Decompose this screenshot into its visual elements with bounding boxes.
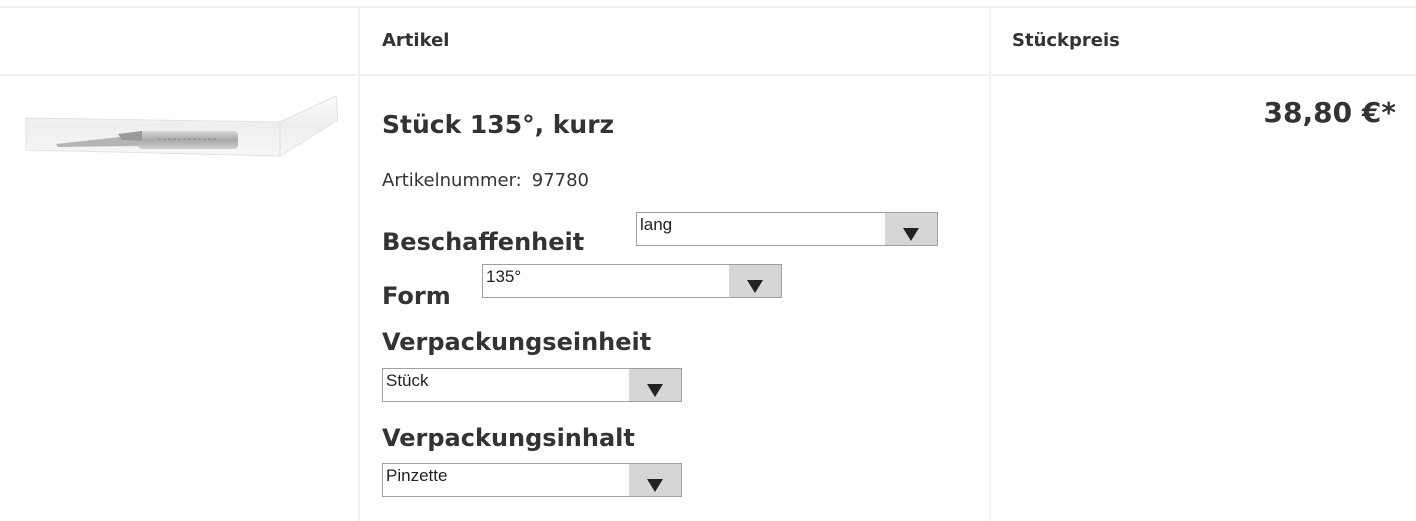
select-beschaffenheit-value: lang [640,215,673,234]
article-number-row: Artikelnummer: 97780 [382,170,589,191]
product-image[interactable] [18,94,339,164]
header-bottom-border [0,74,1416,76]
select-form[interactable]: 135° [482,264,782,298]
select-verpackungseinheit-button[interactable] [629,369,681,401]
article-number-label: Artikelnummer: [382,170,522,191]
column-divider-article [358,6,360,521]
select-beschaffenheit[interactable]: lang [636,212,938,246]
select-verpackungsinhalt[interactable]: Pinzette [382,463,682,497]
header-unit-price: Stückpreis [1012,30,1120,51]
table-top-border [0,6,1416,8]
select-form-value: 135° [486,267,522,286]
option-label-form: Form [382,282,451,310]
product-title[interactable]: Stück 135°, kurz [382,110,614,139]
select-form-button[interactable] [729,265,781,297]
tweezers-product-photo-icon [25,95,339,157]
dropdown-arrow-icon [903,228,919,241]
select-verpackungseinheit[interactable]: Stück [382,368,682,402]
dropdown-arrow-icon [747,280,763,293]
dropdown-arrow-icon [647,479,663,492]
option-label-verpackungseinheit: Verpackungseinheit [382,328,652,356]
select-beschaffenheit-button[interactable] [885,213,937,245]
column-divider-price [989,6,991,521]
dropdown-arrow-icon [647,384,663,397]
article-number-value: 97780 [531,170,590,191]
option-label-verpackungsinhalt: Verpackungsinhalt [382,424,635,452]
unit-price: 38,80 €* [1263,96,1396,129]
select-verpackungsinhalt-button[interactable] [629,464,681,496]
option-label-beschaffenheit: Beschaffenheit [382,228,585,256]
header-article: Artikel [382,30,450,51]
select-verpackungsinhalt-value: Pinzette [386,466,448,485]
select-verpackungseinheit-value: Stück [386,371,429,390]
